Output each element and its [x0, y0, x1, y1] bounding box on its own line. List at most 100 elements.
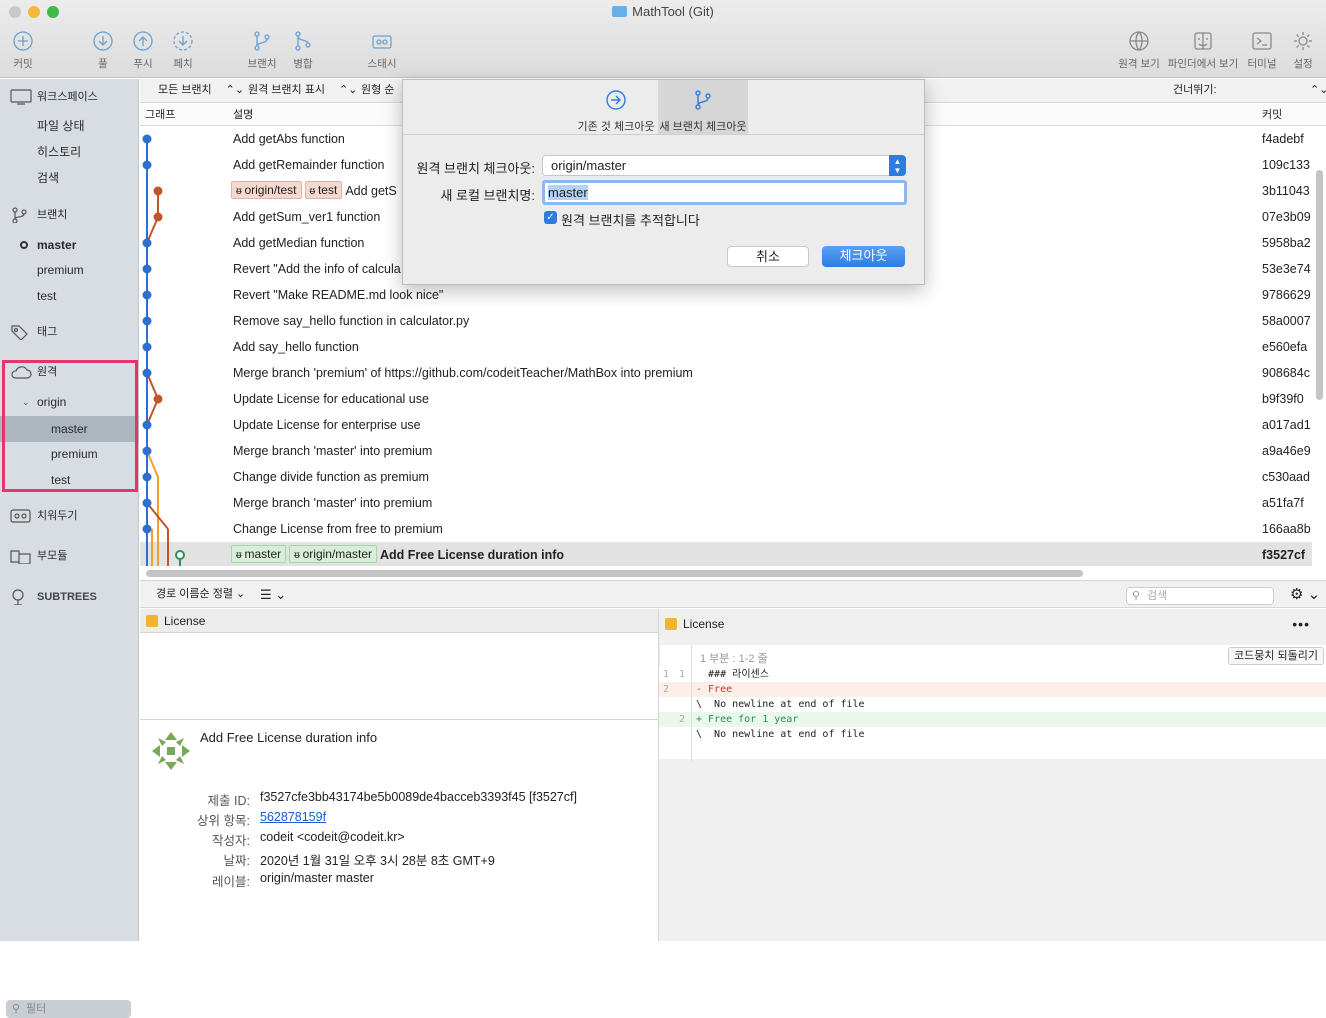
file-search-input[interactable]: ⚲ 검색 [1126, 587, 1274, 605]
gear-icon[interactable]: ⚙ ⌄ [1290, 581, 1320, 608]
commit-hash: b9f39f0 [1262, 392, 1304, 406]
diff-line: \ No newline at end of file [696, 699, 865, 710]
commit-node[interactable] [142, 524, 152, 534]
stash-button[interactable]: 스태시 [364, 30, 400, 71]
vertical-scrollbar[interactable] [1316, 170, 1323, 400]
commit-node[interactable] [142, 342, 152, 352]
commit-node[interactable] [142, 238, 152, 248]
commit-node[interactable] [142, 134, 152, 144]
sidebar-item-workspace[interactable]: 워크스페이스 [0, 85, 139, 109]
commit-node[interactable] [142, 316, 152, 326]
sidebar-item-subtrees[interactable]: SUBTREES [0, 585, 139, 609]
sidebar-item-remote-premium[interactable]: premium [0, 442, 139, 466]
commit-hash: e560efa [1262, 340, 1308, 354]
merge-button[interactable]: 병합 [287, 30, 319, 71]
commit-node[interactable] [142, 420, 152, 430]
sidebar-item-remote-master[interactable]: master [0, 416, 139, 442]
commit-node[interactable] [153, 212, 163, 222]
discard-hunk-button[interactable]: 코드뭉치 되돌리기 [1228, 647, 1325, 665]
branch-label-tag[interactable]: ᵿ test [304, 181, 343, 199]
commit-row[interactable]: Change divide function as premium c530aad [140, 464, 1312, 490]
commit-node[interactable] [142, 264, 152, 274]
search-icon: ⚲ [1132, 590, 1141, 602]
local-branch-input[interactable]: master [542, 180, 907, 205]
sidebar-item-branches[interactable]: 브랜치 [0, 203, 139, 227]
merge-icon [295, 31, 311, 51]
commit-node[interactable] [153, 186, 163, 196]
remote-branch-select[interactable]: origin/master ▲ ▼ [542, 155, 906, 176]
settings-button[interactable]: 설정 [1288, 30, 1318, 71]
submodule-icon [10, 550, 31, 565]
parent-link[interactable]: 562878159f [260, 810, 326, 824]
commit-node[interactable] [142, 446, 152, 456]
commit-node[interactable] [142, 498, 152, 508]
sidebar-item-history[interactable]: 히스토리 [0, 140, 139, 164]
file-row-license[interactable]: License [140, 609, 658, 633]
branch-button[interactable]: 브랜치 [246, 30, 278, 71]
commit-description: Update License for enterprise use [233, 418, 421, 432]
show-remote-dropdown[interactable]: 원격 브랜치 표시 ⌃⌄ [248, 79, 357, 102]
diff-line: \ No newline at end of file [696, 729, 865, 740]
skip-dropdown[interactable]: 건너뛰기: ⌃⌄ [1173, 79, 1326, 102]
commit-row[interactable]: ᵿ master ᵿ origin/master Add Free License … [140, 542, 1312, 566]
sidebar-item-submodules[interactable]: 부모듈 [0, 544, 139, 568]
sort-dropdown[interactable]: 경로 이름순 정렬 ⌄ [156, 581, 245, 608]
commit-column-header-label[interactable]: 커밋 [1262, 104, 1282, 126]
more-options-icon[interactable]: ••• [1292, 609, 1310, 639]
cancel-button[interactable]: 취소 [727, 246, 809, 267]
all-branches-dropdown[interactable]: 모든 브랜치 ⌃⌄ [158, 79, 244, 102]
remote-view-button[interactable]: 원격 보기 [1116, 30, 1162, 71]
track-remote-checkbox[interactable]: ✓ [544, 211, 557, 224]
sidebar-item-origin[interactable]: ⌄ origin [0, 390, 139, 414]
sidebar-item-file-status[interactable]: 파일 상태 [0, 114, 139, 138]
sidebar-item-branch-premium[interactable]: premium [0, 258, 139, 282]
terminal-button[interactable]: 터미널 [1244, 30, 1280, 71]
commit-row[interactable]: Update License for educational use b9f39f… [140, 386, 1312, 412]
commit-description: Change divide function as premium [233, 470, 429, 484]
commit-row[interactable]: Update License for enterprise use a017ad1 [140, 412, 1312, 438]
commit-node[interactable] [153, 394, 163, 404]
sidebar-item-tags[interactable]: 태그 [0, 320, 139, 344]
commit-node[interactable] [142, 472, 152, 482]
branch-label-tag[interactable]: ᵿ origin/test [231, 181, 302, 199]
list-view-dropdown[interactable]: ☰ ⌄ [260, 581, 286, 608]
commit-node[interactable] [142, 160, 152, 170]
commit-row[interactable]: Change License from free to premium 166aa… [140, 516, 1312, 542]
local-branch-label: 새 로컬 브랜치명: [440, 188, 535, 203]
pull-button[interactable]: 풀 [88, 30, 118, 71]
tab-checkout-existing[interactable]: 기존 것 체크아웃 [571, 80, 661, 134]
branch-label-tag[interactable]: ᵿ origin/master [289, 545, 377, 563]
commit-row[interactable]: Remove say_hello function in calculator.… [140, 308, 1312, 334]
commit-description: Merge branch 'master' into premium [233, 444, 433, 458]
commit-node[interactable] [175, 550, 185, 560]
filter-input[interactable]: ⚲ 필터 [6, 1000, 131, 1018]
commit-row[interactable]: Merge branch 'master' into premium a9a46e… [140, 438, 1312, 464]
sidebar-item-stashes[interactable]: 치워두기 [0, 504, 139, 528]
sidebar-item-branch-test[interactable]: test [0, 284, 139, 308]
commit-row[interactable]: Merge branch 'master' into premium a51fa7… [140, 490, 1312, 516]
fetch-button[interactable]: 페치 [168, 30, 198, 71]
commit-hash: c530aad [1262, 470, 1310, 484]
checkout-button[interactable]: 체크아웃 [822, 246, 905, 267]
commit-button[interactable]: 커밋 [8, 30, 38, 71]
horizontal-scrollbar[interactable] [146, 570, 1083, 577]
branch-icon: ᵿ [309, 186, 318, 197]
tab-checkout-new-branch[interactable]: 새 브랜치 체크아웃 [658, 80, 748, 134]
sidebar-item-search[interactable]: 검색 [0, 166, 139, 190]
plus-circle-icon [13, 31, 33, 51]
description-column-header[interactable]: 설명 [233, 104, 253, 126]
sidebar-item-branch-master[interactable]: master [0, 233, 139, 257]
sidebar-item-remotes[interactable]: 원격 [0, 360, 139, 384]
sidebar-item-remote-test[interactable]: test [0, 468, 139, 492]
commit-row[interactable]: Add say_hello function e560efa [140, 334, 1312, 360]
order-dropdown[interactable]: 원형 순 [361, 79, 394, 102]
avatar [152, 732, 190, 770]
branch-label-tag[interactable]: ᵿ master [231, 545, 287, 563]
commit-row[interactable]: Revert "Make README.md look nice" 9786629 [140, 282, 1312, 308]
graph-column-header[interactable]: 그래프 [145, 104, 175, 126]
commit-node[interactable] [142, 290, 152, 300]
push-button[interactable]: 푸시 [128, 30, 158, 71]
commit-row[interactable]: Merge branch 'premium' of https://github… [140, 360, 1312, 386]
finder-view-button[interactable]: 파인더에서 보기 [1166, 30, 1240, 71]
commit-node[interactable] [142, 368, 152, 378]
